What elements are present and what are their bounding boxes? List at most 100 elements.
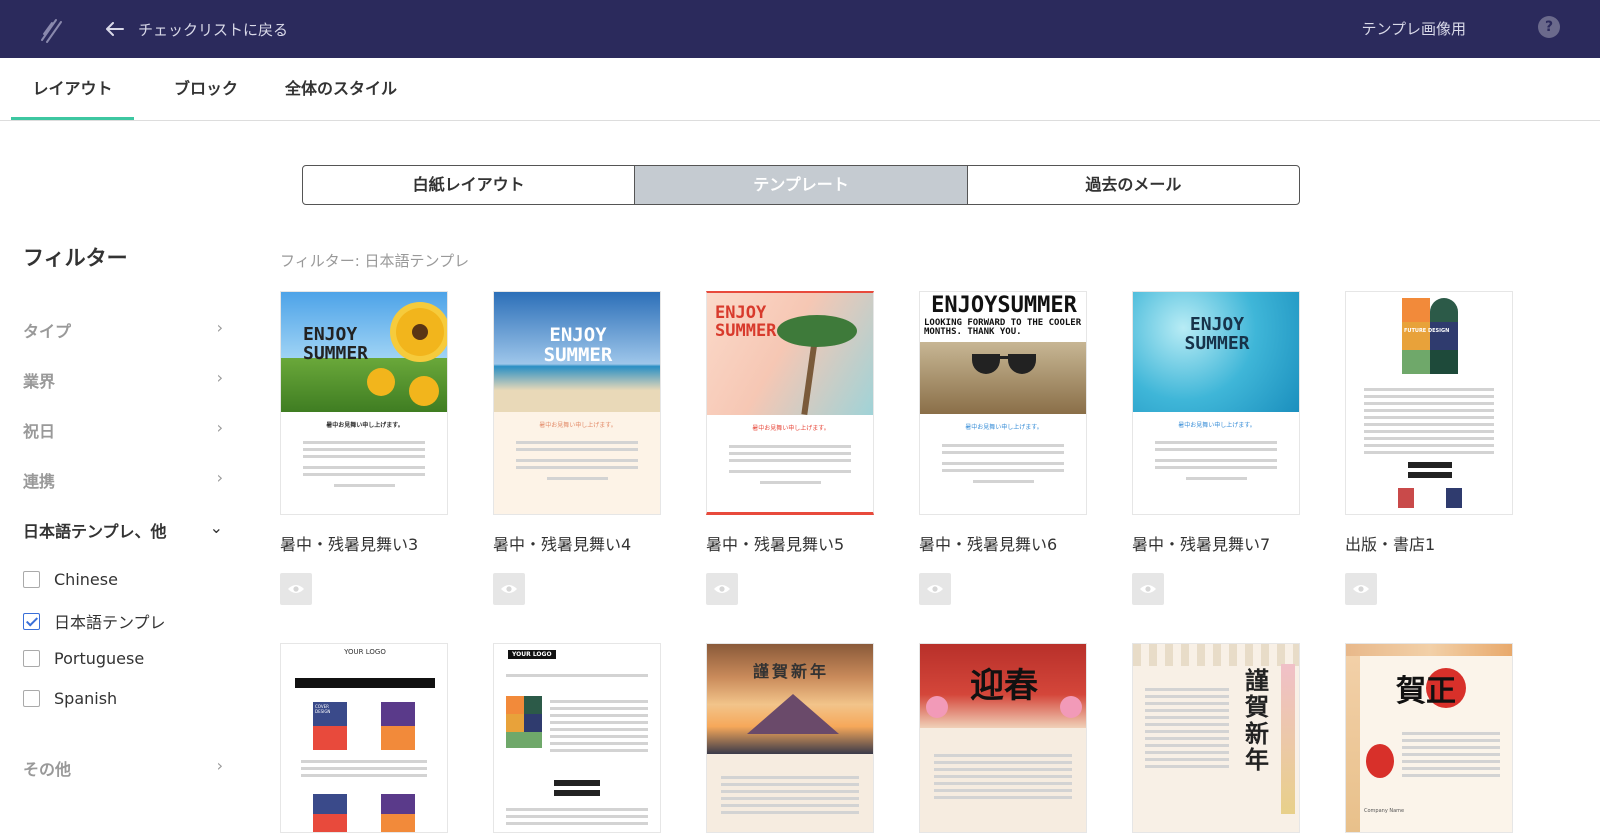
preview-button[interactable] [1132,573,1164,605]
template-card[interactable]: ENJOY SUMMER 暑中お見舞い申し上げます。 暑中・残暑見舞い4 [493,291,661,605]
template-card[interactable]: ENJOYSUMMER LOOKING FORWARD TO THE COOLE… [919,291,1087,605]
preview-button[interactable] [1345,573,1377,605]
eye-icon [1140,585,1156,593]
checkbox-label: Chinese [54,570,118,589]
template-thumbnail[interactable]: YOUR LOGO [493,643,661,833]
chevron-right-icon: › [216,418,223,437]
checkbox-label: Spanish [54,689,118,708]
preview-button[interactable] [493,573,525,605]
template-card[interactable]: FUTURE DESIGN 出版・書店1 [1345,291,1513,605]
template-name: 暑中・残暑見舞い7 [1132,535,1271,554]
template-card[interactable]: 謹賀新年 [706,643,874,833]
template-headline: ENJOYSUMMER [931,293,1077,318]
eye-icon [714,585,730,593]
template-card[interactable]: ENJOY SUMMER 暑中お見舞い申し上げます。 暑中・残暑見舞い3 [280,291,448,605]
template-card[interactable]: ENJOY SUMMER 暑中お見舞い申し上げます。 暑中・残暑見舞い5 [706,291,874,605]
template-thumbnail[interactable]: 迎春 [919,643,1087,833]
book-cover-image: COVER DESIGN [313,702,347,750]
checkbox-portuguese[interactable]: Portuguese [23,649,144,668]
editor-tabs: レイアウト ブロック 全体のスタイル [0,58,1600,121]
daruma-shape [1366,744,1394,778]
back-to-checklist-link[interactable]: チェックリストに戻る [106,16,288,42]
filter-integration-label: 連携 [23,472,56,491]
tab-block[interactable]: ブロック [160,58,252,120]
filter-other[interactable]: その他 › [23,756,223,780]
template-card[interactable]: 謹賀新年 [1132,643,1300,833]
sand-photo [920,342,1086,414]
chevron-right-icon: › [216,468,223,487]
template-card[interactable]: 迎春 [919,643,1087,833]
help-icon[interactable]: ? [1538,16,1560,38]
filter-industry[interactable]: 業界 › [23,368,223,392]
past-email-button[interactable]: 過去のメール [968,166,1299,204]
template-thumbnail[interactable]: FUTURE DESIGN [1345,291,1513,515]
template-card[interactable]: YOUR LOGO COVER DESIGN [280,643,448,833]
preview-button[interactable] [919,573,951,605]
tab-layout[interactable]: レイアウト [11,58,134,120]
template-subtitle: 暑中お見舞い申し上げます。 [1178,422,1256,429]
template-card[interactable]: 賀正 Company Name [1345,643,1513,833]
top-bar: チェックリストに戻る テンプレ画像用 ? [0,0,1600,58]
filter-type-label: タイプ [23,322,72,341]
template-button[interactable]: テンプレート [635,166,968,204]
template-sub-headline: LOOKING FORWARD TO THE COOLER MONTHS. TH… [924,318,1082,338]
template-thumbnail[interactable]: 謹賀新年 [706,643,874,833]
template-headline: ENJOY SUMMER [715,303,777,341]
checkbox-box[interactable] [23,690,40,707]
template-card[interactable]: ENJOY SUMMER 暑中お見舞い申し上げます。 暑中・残暑見舞い7 [1132,291,1300,605]
checkbox-box[interactable] [23,571,40,588]
template-subtitle: 暑中お見舞い申し上げます。 [539,422,617,429]
blank-layout-button[interactable]: 白紙レイアウト [303,166,636,204]
checkbox-spanish[interactable]: Spanish [23,689,117,708]
filter-other-label: その他 [23,760,72,779]
app-logo-icon[interactable] [38,14,66,44]
template-name: 暑中・残暑見舞い3 [280,535,419,554]
book-cover-image: FUTURE DESIGN [1402,298,1458,374]
filter-heading: フィルター [23,246,128,270]
template-thumbnail[interactable]: 賀正 Company Name [1345,643,1513,833]
chevron-right-icon: › [216,368,223,387]
eye-icon [288,585,304,593]
filter-integration[interactable]: 連携 › [23,468,223,492]
template-thumbnail[interactable]: ENJOY SUMMER 暑中お見舞い申し上げます。 [1132,291,1300,515]
template-thumbnail[interactable]: 謹賀新年 [1132,643,1300,833]
checkbox-chinese[interactable]: Chinese [23,570,118,589]
book-cover-text: COVER DESIGN [315,704,331,714]
filter-language[interactable]: 日本語テンプレ、他 ⌄ [23,518,223,542]
template-headline: 賀正 [1396,674,1456,709]
checkbox-box[interactable] [23,650,40,667]
template-logo-text: YOUR LOGO [508,650,556,659]
company-name: Company Name [1364,808,1405,814]
template-headline: ENJOY SUMMER [303,324,369,364]
template-name: 暑中・残暑見舞い6 [919,535,1058,554]
tab-global-style[interactable]: 全体のスタイル [282,58,400,120]
template-headline: FUTURE DESIGN [1404,328,1450,334]
checkbox-box[interactable] [23,612,40,630]
chevron-right-icon: › [216,756,223,775]
template-name: 出版・書店1 [1345,535,1436,554]
template-subtitle: 暑中お見舞い申し上げます。 [326,422,404,429]
template-thumbnail[interactable]: ENJOY SUMMER 暑中お見舞い申し上げます。 [493,291,661,515]
template-thumbnail[interactable]: ENJOYSUMMER LOOKING FORWARD TO THE COOLE… [919,291,1087,515]
template-headline: 謹賀新年 [752,662,829,681]
template-name: 暑中・残暑見舞い4 [493,535,632,554]
eye-icon [1353,585,1369,593]
eye-icon [927,585,943,593]
chevron-right-icon: › [216,318,223,337]
template-image-link[interactable]: テンプレ画像用 [1361,16,1466,42]
template-card[interactable]: YOUR LOGO [493,643,661,833]
filter-industry-label: 業界 [23,372,56,391]
filter-type[interactable]: タイプ › [23,318,223,342]
template-thumbnail[interactable]: YOUR LOGO COVER DESIGN [280,643,448,833]
filter-holiday[interactable]: 祝日 › [23,418,223,442]
preview-button[interactable] [280,573,312,605]
filter-holiday-label: 祝日 [23,422,56,441]
checkbox-label: Portuguese [54,649,145,668]
checkbox-japanese[interactable]: 日本語テンプレ [23,609,166,633]
preview-button[interactable] [706,573,738,605]
template-thumbnail[interactable]: ENJOY SUMMER 暑中お見舞い申し上げます。 [706,291,874,515]
template-subtitle: 暑中お見舞い申し上げます。 [752,425,830,432]
arrow-left-icon [106,22,124,36]
active-filter-label: フィルター: 日本語テンプレ [280,252,470,270]
template-thumbnail[interactable]: ENJOY SUMMER 暑中お見舞い申し上げます。 [280,291,448,515]
